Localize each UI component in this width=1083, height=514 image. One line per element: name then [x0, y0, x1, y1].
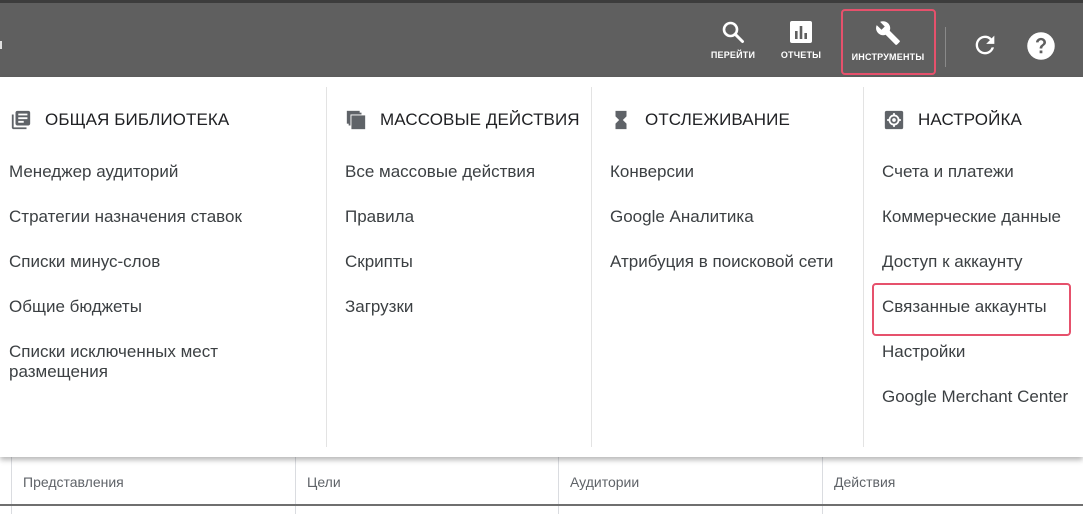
bulk-actions-title: МАССОВЫЕ ДЕЙСТВИЯ — [380, 110, 580, 129]
menu-item-all-bulk-actions[interactable]: Все массовые действия — [345, 162, 535, 182]
column-header-label: Аудитории — [570, 473, 640, 490]
gear-icon — [883, 109, 905, 131]
shared-library-title: ОБЩАЯ БИБЛИОТЕКА — [45, 110, 230, 129]
tracking-title: ОТСЛЕЖИВАНИЕ — [645, 110, 790, 129]
refresh-button[interactable] — [971, 31, 999, 64]
reports-button[interactable]: ОТЧЕТЫ — [774, 3, 828, 77]
help-button[interactable] — [1026, 31, 1056, 66]
bar-chart-icon — [790, 21, 812, 43]
menu-item-uploads[interactable]: Загрузки — [345, 297, 413, 317]
search-icon — [722, 21, 744, 43]
column-header-views[interactable]: Представления — [11, 457, 295, 506]
refresh-icon — [975, 35, 995, 55]
cell-divider — [822, 506, 823, 514]
column-header-actions[interactable]: Действия — [822, 457, 1083, 506]
hourglass-icon — [610, 109, 632, 131]
go-to-label: ПЕРЕЙТИ — [710, 50, 756, 60]
top-toolbar: ПЕРЕЙТИ ОТЧЕТЫ ИНСТРУМЕНТЫ — [0, 0, 1083, 77]
column-divider — [326, 87, 327, 447]
column-header-label: Представления — [23, 473, 124, 490]
tracking-heading: ОТСЛЕЖИВАНИЕ — [610, 109, 790, 131]
cell-divider — [11, 506, 12, 514]
tools-dropdown-panel: ОБЩАЯ БИБЛИОТЕКА Менеджер аудиторий Стра… — [0, 77, 1083, 457]
menu-item-google-analytics[interactable]: Google Аналитика — [610, 207, 754, 227]
menu-item-bid-strategies[interactable]: Стратегии назначения ставок — [9, 207, 242, 227]
column-header-label: Действия — [834, 473, 896, 490]
table-row — [0, 506, 1083, 514]
column-header-audiences[interactable]: Аудитории — [558, 457, 822, 506]
setup-heading: НАСТРОЙКА — [883, 109, 1022, 131]
menu-item-google-merchant-center[interactable]: Google Merchant Center — [882, 387, 1068, 407]
menu-item-business-data[interactable]: Коммерческие данные — [882, 207, 1061, 227]
column-header-label: Цели — [307, 473, 341, 490]
reports-label: ОТЧЕТЫ — [780, 50, 822, 60]
menu-item-shared-budgets[interactable]: Общие бюджеты — [9, 297, 142, 317]
column-divider — [863, 87, 864, 447]
go-to-button[interactable]: ПЕРЕЙТИ — [705, 3, 761, 77]
menu-item-scripts[interactable]: Скрипты — [345, 252, 413, 272]
toolbar-edge-mark — [0, 41, 2, 49]
column-header-goals[interactable]: Цели — [295, 457, 558, 506]
linked-accounts-highlight-frame — [872, 283, 1071, 336]
menu-item-rules[interactable]: Правила — [345, 207, 414, 227]
menu-item-placement-exclusion-lists[interactable]: Списки исключенных мест размещения — [9, 342, 269, 382]
table-header: Представления Цели Аудитории Действия — [0, 457, 1083, 506]
library-icon — [10, 109, 32, 131]
menu-item-account-access[interactable]: Доступ к аккаунту — [882, 252, 1023, 272]
menu-item-conversions[interactable]: Конверсии — [610, 162, 694, 182]
toolbar-divider — [945, 27, 946, 67]
menu-item-negative-keyword-lists[interactable]: Списки минус-слов — [9, 252, 160, 272]
setup-title: НАСТРОЙКА — [918, 110, 1022, 129]
copy-icon — [345, 109, 367, 131]
cell-divider — [295, 506, 296, 514]
menu-item-audience-manager[interactable]: Менеджер аудиторий — [9, 162, 178, 182]
shared-library-heading: ОБЩАЯ БИБЛИОТЕКА — [10, 109, 229, 131]
tools-highlight-frame — [841, 9, 936, 75]
menu-item-billing[interactable]: Счета и платежи — [882, 162, 1014, 182]
cell-divider — [558, 506, 559, 514]
menu-item-preferences[interactable]: Настройки — [882, 342, 965, 362]
menu-item-search-attribution[interactable]: Атрибуция в поисковой сети — [610, 252, 833, 272]
bulk-actions-heading: МАССОВЫЕ ДЕЙСТВИЯ — [345, 109, 580, 131]
help-icon — [1027, 32, 1055, 60]
column-divider — [591, 87, 592, 447]
